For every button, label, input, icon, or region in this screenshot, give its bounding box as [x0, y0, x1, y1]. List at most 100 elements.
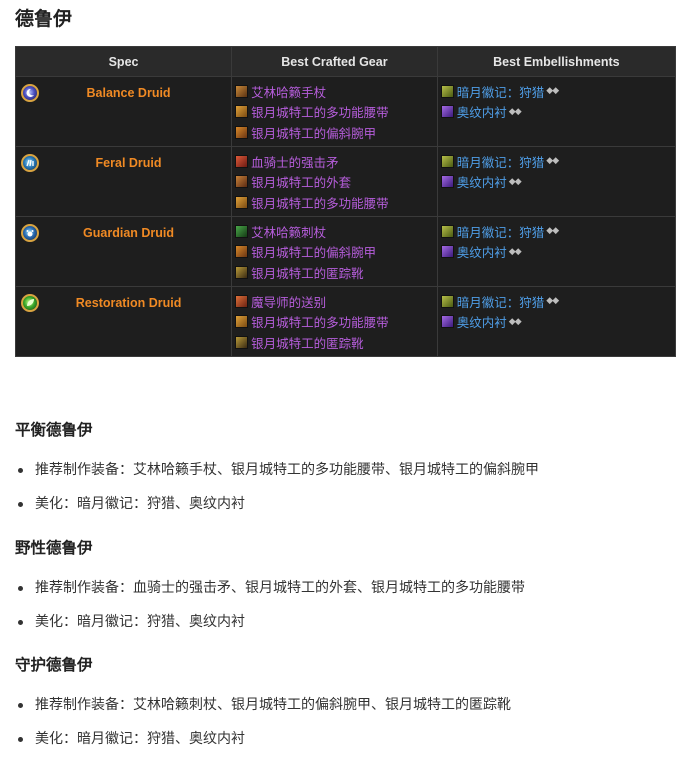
boots-icon	[235, 335, 249, 349]
spec-link-restoration[interactable]: Restoration Druid	[16, 287, 231, 310]
offhand-icon	[235, 294, 249, 308]
table-row: Balance Druid 艾林哈籁手杖 银月城特工的多功能腰带 银月城特工的偏…	[14, 76, 677, 147]
embellishment-label: 暗月徽记：狩猎	[456, 84, 545, 100]
arcane-lining-icon	[440, 105, 454, 119]
gear-item[interactable]: 银月城特工的偏斜腕甲	[235, 242, 437, 263]
list-item: 推荐制作装备：艾林哈籁手杖、银月城特工的多功能腰带、银月城特工的偏斜腕甲	[15, 460, 675, 494]
section-heading: 守护德鲁伊	[15, 656, 93, 674]
gem-socket-icon: ◆◆	[546, 86, 559, 97]
bracer-icon	[235, 245, 249, 259]
arcane-lining-icon	[440, 315, 454, 329]
sigil-icon	[440, 84, 454, 98]
spec-link-balance[interactable]: Balance Druid	[16, 77, 231, 100]
list-item: 美化：暗月徽记：狩猎、奥纹内衬	[15, 612, 675, 646]
table-row: Restoration Druid 魔导师的送别 银月城特工的多功能腰带 银月城…	[14, 286, 677, 357]
list-item: 推荐制作装备：艾林哈籁刺杖、银月城特工的偏斜腕甲、银月城特工的匿踪靴	[15, 695, 675, 729]
leaf-icon[interactable]	[21, 294, 39, 312]
gear-item-label: 银月城特工的匿踪靴	[251, 265, 364, 281]
arcane-lining-icon	[440, 245, 454, 259]
gear-item[interactable]: 魔导师的送别	[235, 291, 437, 312]
bullet-list: 推荐制作装备：艾林哈籁手杖、银月城特工的多功能腰带、银月城特工的偏斜腕甲 美化：…	[15, 460, 675, 528]
gear-item[interactable]: 艾林哈籁刺杖	[235, 221, 437, 242]
arcane-lining-icon	[440, 175, 454, 189]
section-heading: 野性德鲁伊	[15, 539, 93, 557]
spec-cell: Balance Druid	[14, 76, 233, 147]
gear-item-label: 魔导师的送别	[251, 294, 327, 310]
gear-item[interactable]: 银月城特工的外套	[235, 172, 437, 193]
embellishment-item[interactable]: 暗月徽记：狩猎 ◆◆	[440, 151, 675, 172]
embellishment-label: 奥纹内衬	[456, 245, 507, 261]
gear-item-label: 银月城特工的多功能腰带	[251, 195, 389, 211]
belt-icon	[235, 315, 249, 329]
chest-armor-icon	[235, 175, 249, 189]
spec-cell: Restoration Druid	[14, 286, 233, 357]
gear-item[interactable]: 银月城特工的多功能腰带	[235, 192, 437, 213]
gem-socket-icon: ◆◆	[546, 156, 559, 167]
gear-item[interactable]: 银月城特工的匿踪靴	[235, 332, 437, 353]
gear-item-label: 银月城特工的外套	[251, 175, 352, 191]
claw-icon[interactable]	[21, 154, 39, 172]
gear-cell: 艾林哈籁刺杖 银月城特工的偏斜腕甲 银月城特工的匿踪靴	[231, 216, 438, 287]
embellishment-cell: 暗月徽记：狩猎 ◆◆ 奥纹内衬 ◆◆	[436, 146, 677, 217]
gear-cell: 血骑士的强击矛 银月城特工的外套 银月城特工的多功能腰带	[231, 146, 438, 217]
bullet-list: 推荐制作装备：艾林哈籁刺杖、银月城特工的偏斜腕甲、银月城特工的匿踪靴 美化：暗月…	[15, 695, 675, 763]
embellishment-item[interactable]: 奥纹内衬 ◆◆	[440, 172, 675, 193]
spear-icon	[235, 154, 249, 168]
header-embellishments: Best Embellishments	[436, 46, 677, 77]
embellishment-item[interactable]: 奥纹内衬 ◆◆	[440, 102, 675, 123]
section-feral: 野性德鲁伊 推荐制作装备：血骑士的强击矛、银月城特工的外套、银月城特工的多功能腰…	[15, 536, 675, 646]
spec-cell: Feral Druid	[14, 146, 233, 217]
bear-icon[interactable]	[21, 224, 39, 242]
gem-socket-icon: ◆◆	[508, 176, 522, 187]
page-title: 德鲁伊	[15, 8, 73, 30]
embellishment-item[interactable]: 奥纹内衬 ◆◆	[440, 242, 675, 263]
gear-item-label: 银月城特工的多功能腰带	[251, 105, 389, 121]
belt-icon	[235, 195, 249, 209]
header-gear: Best Crafted Gear	[231, 46, 438, 77]
embellishment-label: 奥纹内衬	[456, 105, 507, 121]
moon-icon[interactable]	[21, 84, 39, 102]
embellishment-label: 奥纹内衬	[456, 315, 507, 331]
embellishment-item[interactable]: 奥纹内衬 ◆◆	[440, 312, 675, 333]
gear-item[interactable]: 银月城特工的匿踪靴	[235, 262, 437, 283]
embellishment-label: 暗月徽记：狩猎	[456, 294, 545, 310]
gear-item-label: 银月城特工的偏斜腕甲	[251, 245, 377, 261]
gear-item-label: 血骑士的强击矛	[251, 154, 339, 170]
gem-socket-icon: ◆◆	[546, 296, 559, 307]
section-balance: 平衡德鲁伊 推荐制作装备：艾林哈籁手杖、银月城特工的多功能腰带、银月城特工的偏斜…	[15, 418, 675, 528]
staff-icon	[235, 224, 249, 238]
boots-icon	[235, 265, 249, 279]
list-item: 美化：暗月徽记：狩猎、奥纹内衬	[15, 729, 675, 763]
embellishment-item[interactable]: 暗月徽记：狩猎 ◆◆	[440, 81, 675, 102]
gear-item[interactable]: 银月城特工的偏斜腕甲	[235, 122, 437, 143]
gem-socket-icon: ◆◆	[508, 246, 522, 257]
gear-item[interactable]: 银月城特工的多功能腰带	[235, 102, 437, 123]
sigil-icon	[440, 294, 454, 308]
embellishment-item[interactable]: 暗月徽记：狩猎 ◆◆	[440, 221, 675, 242]
gem-socket-icon: ◆◆	[508, 106, 522, 117]
gear-item-label: 银月城特工的偏斜腕甲	[251, 125, 377, 141]
gear-item-label: 银月城特工的多功能腰带	[251, 315, 389, 331]
embellishment-cell: 暗月徽记：狩猎 ◆◆ 奥纹内衬 ◆◆	[436, 216, 677, 287]
header-spec: Spec	[14, 46, 233, 77]
table-header-row: Spec Best Crafted Gear Best Embellishmen…	[14, 46, 677, 77]
gear-item[interactable]: 艾林哈籁手杖	[235, 81, 437, 102]
sigil-icon	[440, 224, 454, 238]
list-item: 美化：暗月徽记：狩猎、奥纹内衬	[15, 494, 675, 528]
spec-cell: Guardian Druid	[14, 216, 233, 287]
gear-item-label: 艾林哈籁手杖	[251, 84, 327, 100]
table-row: Guardian Druid 艾林哈籁刺杖 银月城特工的偏斜腕甲 银月城特工的匿…	[14, 216, 677, 287]
section-heading: 平衡德鲁伊	[15, 421, 93, 439]
embellishment-cell: 暗月徽记：狩猎 ◆◆ 奥纹内衬 ◆◆	[436, 286, 677, 357]
gear-item[interactable]: 银月城特工的多功能腰带	[235, 312, 437, 333]
gear-cell: 魔导师的送别 银月城特工的多功能腰带 银月城特工的匿踪靴	[231, 286, 438, 357]
gem-socket-icon: ◆◆	[508, 316, 522, 327]
spec-link-guardian[interactable]: Guardian Druid	[16, 217, 231, 240]
belt-icon	[235, 105, 249, 119]
gear-item[interactable]: 血骑士的强击矛	[235, 151, 437, 172]
spec-link-feral[interactable]: Feral Druid	[16, 147, 231, 170]
gear-cell: 艾林哈籁手杖 银月城特工的多功能腰带 银月城特工的偏斜腕甲	[231, 76, 438, 147]
gem-socket-icon: ◆◆	[546, 226, 559, 237]
embellishment-label: 奥纹内衬	[456, 175, 507, 191]
embellishment-item[interactable]: 暗月徽记：狩猎 ◆◆	[440, 291, 675, 312]
